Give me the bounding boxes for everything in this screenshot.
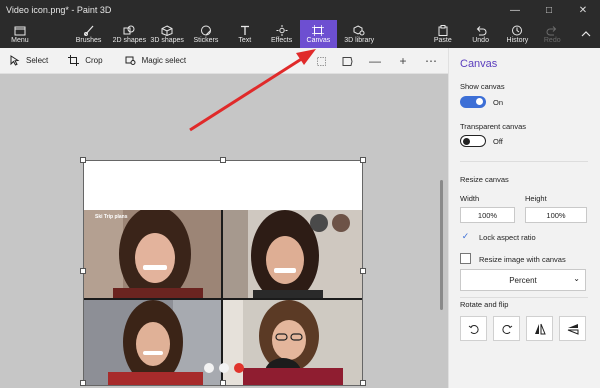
resize-image-label: Resize image with canvas (479, 255, 566, 264)
flip-vertical-icon (567, 323, 578, 335)
show-canvas-toggle[interactable] (460, 96, 486, 108)
rotate-right-icon (501, 324, 512, 334)
rotate-left-button[interactable] (460, 316, 487, 341)
unit-dropdown[interactable]: Percent ⌄ (460, 269, 586, 291)
rotate-flip-label: Rotate and flip (460, 300, 509, 309)
width-label: Width (460, 194, 480, 203)
panel-title: Canvas (460, 58, 498, 70)
flip-horizontal-button[interactable] (526, 316, 553, 341)
panel-divider (460, 161, 588, 162)
rotate-right-button[interactable] (493, 316, 520, 341)
panel-divider-2 (460, 297, 588, 298)
resize-canvas-label: Resize canvas (460, 175, 509, 184)
rotate-left-icon (468, 324, 479, 334)
height-input[interactable]: 100% (525, 207, 587, 223)
canvas-panel: Canvas Show canvas On Transparent canvas… (448, 48, 600, 388)
transparent-canvas-state: Off (493, 137, 503, 146)
unit-selected: Percent (509, 275, 537, 285)
width-input[interactable]: 100% (460, 207, 515, 223)
transparent-canvas-toggle[interactable] (460, 135, 486, 147)
resize-image-checkbox[interactable] (460, 253, 471, 264)
lock-aspect-label: Lock aspect ratio (479, 233, 536, 242)
lock-aspect-checkbox[interactable]: ✓ (460, 231, 471, 242)
chevron-down-icon: ⌄ (573, 274, 580, 283)
show-canvas-label: Show canvas (460, 82, 505, 91)
height-label: Height (525, 194, 547, 203)
transparent-canvas-label: Transparent canvas (460, 122, 527, 131)
show-canvas-state: On (493, 98, 504, 107)
flip-horizontal-icon (534, 323, 546, 334)
flip-vertical-button[interactable] (559, 316, 586, 341)
